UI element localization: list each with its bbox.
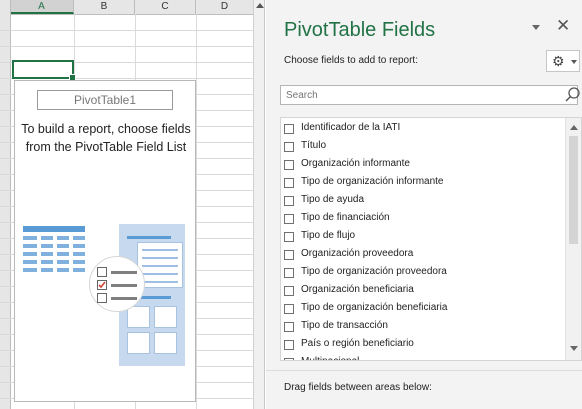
search-icon[interactable]: [564, 86, 582, 104]
choose-fields-label: Choose fields to add to report:: [284, 55, 418, 66]
field-label: Tipo de flujo: [301, 230, 356, 241]
spreadsheet-grid[interactable]: A B C D PivotTable1 To build a report, c…: [0, 0, 253, 409]
chevron-down-icon: [571, 60, 577, 64]
active-cell[interactable]: [12, 60, 76, 81]
field-checkbox[interactable]: [284, 124, 294, 134]
field-label: Multinacional: [301, 356, 359, 360]
field-label: País o región beneficiario: [301, 338, 414, 349]
column-header-a[interactable]: A: [10, 0, 74, 14]
drag-fields-label: Drag fields between areas below:: [284, 382, 432, 393]
field-label: Tipo de financiación: [301, 212, 390, 223]
gear-icon: ⚙: [552, 53, 565, 69]
field-item[interactable]: Tipo de organización informante: [284, 175, 564, 192]
field-item[interactable]: Tipo de transacción: [284, 319, 564, 336]
field-label: Tipo de transacción: [301, 320, 388, 331]
field-label: Tipo de organización beneficiaria: [301, 302, 448, 313]
field-checkbox[interactable]: [284, 178, 294, 188]
field-label: Organización proveedora: [301, 248, 414, 259]
field-checkbox[interactable]: [284, 268, 294, 278]
field-item[interactable]: Tipo de financiación: [284, 211, 564, 228]
field-label: Identificador de la IATI: [301, 122, 401, 133]
field-checkbox[interactable]: [284, 286, 294, 296]
field-item[interactable]: Organización beneficiaria: [284, 283, 564, 300]
field-checkbox[interactable]: [284, 304, 294, 314]
field-checkbox[interactable]: [284, 250, 294, 260]
field-item[interactable]: Título: [284, 139, 564, 156]
gridline: [196, 14, 197, 409]
tools-button[interactable]: ⚙: [546, 50, 580, 72]
column-header-d[interactable]: D: [196, 0, 253, 14]
field-item[interactable]: Identificador de la IATI: [284, 121, 564, 138]
field-checkbox[interactable]: [284, 322, 294, 332]
field-checkbox[interactable]: [284, 142, 294, 152]
field-checkbox[interactable]: [284, 214, 294, 224]
divider: [266, 370, 582, 371]
field-checkbox[interactable]: [284, 232, 294, 242]
column-header-b[interactable]: B: [74, 0, 135, 14]
scroll-up-arrow-icon[interactable]: [570, 125, 578, 130]
field-list: Identificador de la IATI Título Organizaci…: [280, 117, 582, 361]
field-item[interactable]: Tipo de ayuda: [284, 193, 564, 210]
field-checkbox[interactable]: [284, 160, 294, 170]
scroll-up-arrow-icon[interactable]: [256, 3, 264, 8]
field-item[interactable]: País o región beneficiario: [284, 337, 564, 354]
field-item[interactable]: Tipo de organización proveedora: [284, 265, 564, 282]
field-checkbox[interactable]: [284, 358, 294, 360]
field-list-scrollbar[interactable]: [565, 118, 581, 360]
field-label: Tipo de organización proveedora: [301, 266, 447, 277]
field-checkbox[interactable]: [284, 340, 294, 350]
table-illustration-icon: [23, 226, 85, 278]
gridline: [0, 46, 253, 47]
pivot-instructions: To build a report, choose fields from th…: [21, 122, 191, 154]
field-label: Organización beneficiaria: [301, 284, 414, 295]
search-input[interactable]: [280, 85, 578, 105]
scroll-down-arrow-icon[interactable]: [570, 346, 578, 351]
gridline: [0, 30, 253, 31]
pivottable-fields-pane: PivotTable Fields ✕ Choose fields to add…: [266, 0, 582, 409]
field-label: Organización informante: [301, 158, 410, 169]
field-item[interactable]: Tipo de flujo: [284, 229, 564, 246]
pivot-table-placeholder[interactable]: PivotTable1 To build a report, choose fi…: [14, 80, 196, 402]
field-label: Tipo de ayuda: [301, 194, 365, 205]
field-item[interactable]: Organización proveedora: [284, 247, 564, 264]
field-checkbox[interactable]: [284, 196, 294, 206]
column-header-c[interactable]: C: [135, 0, 196, 14]
pane-title: PivotTable Fields: [284, 19, 436, 41]
close-icon[interactable]: ✕: [556, 16, 570, 36]
checklist-magnifier-icon: [89, 256, 145, 312]
field-label: Título: [301, 140, 327, 151]
pivot-table-name: PivotTable1: [37, 90, 173, 110]
field-item[interactable]: Tipo de organización beneficiaria: [284, 301, 564, 318]
chevron-down-icon[interactable]: [532, 25, 540, 30]
scrollbar-thumb[interactable]: [569, 136, 578, 244]
sheet-vertical-scrollbar[interactable]: [253, 0, 265, 409]
field-item[interactable]: Organización informante: [284, 157, 564, 174]
column-headers: A B C D: [0, 0, 253, 15]
field-item[interactable]: Multinacional: [284, 355, 564, 360]
field-label: Tipo de organización informante: [301, 176, 444, 187]
